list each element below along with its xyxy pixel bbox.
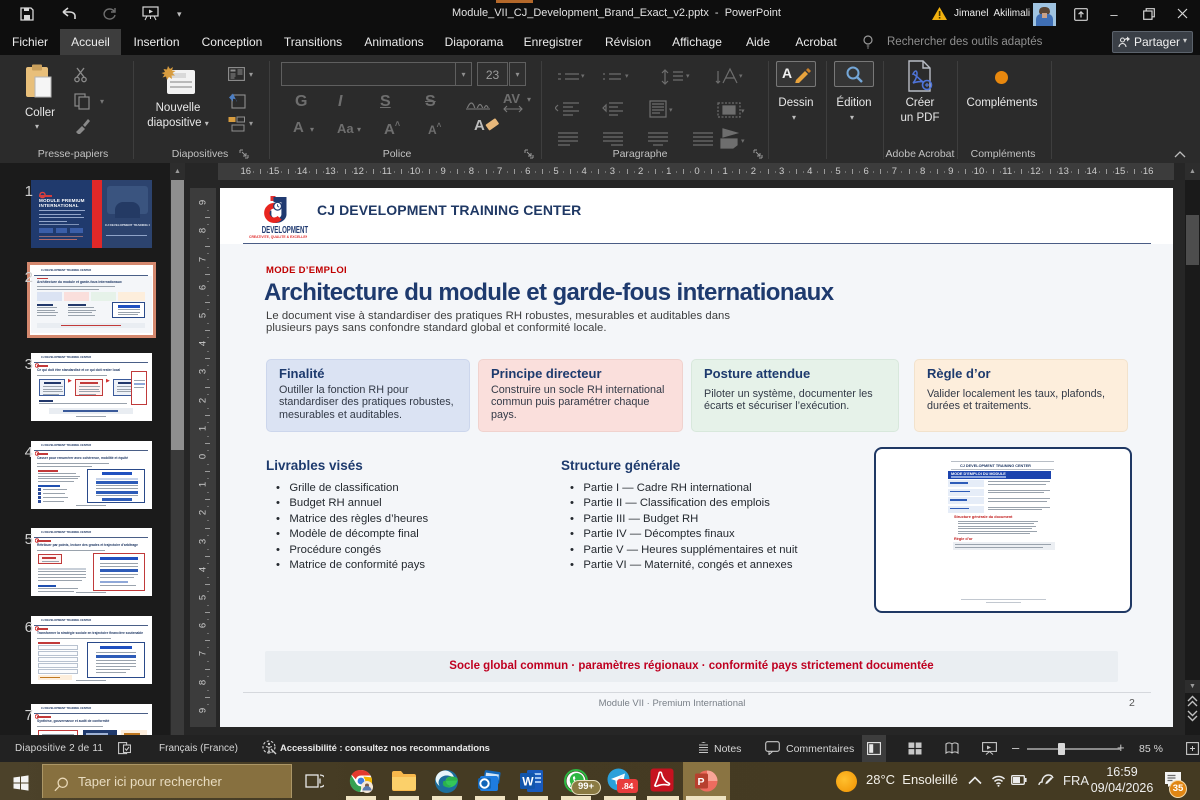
svg-text:▾: ▾ [741, 108, 745, 115]
svg-text:▾: ▾ [739, 73, 743, 80]
svg-text:W: W [522, 775, 534, 789]
svg-text:▾: ▾ [741, 138, 745, 145]
svg-text:▾: ▾ [686, 73, 690, 80]
svg-text:▾: ▾ [581, 73, 585, 80]
svg-text:▾: ▾ [669, 107, 673, 114]
svg-text:P: P [698, 776, 705, 788]
svg-text:▾: ▾ [625, 73, 629, 80]
